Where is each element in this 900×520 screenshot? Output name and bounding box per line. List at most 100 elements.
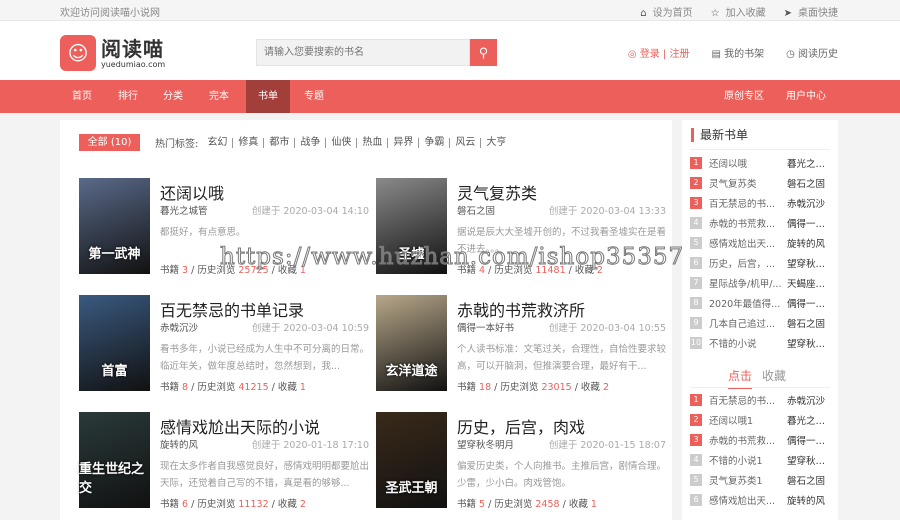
rank-author[interactable]: 磐石之固: [787, 316, 833, 330]
bookshelf-link[interactable]: ▤ 我的书架: [711, 45, 764, 60]
book-cover-image[interactable]: 圣武王朝: [376, 412, 447, 508]
rank-book-name[interactable]: 灵气复苏类1: [709, 473, 787, 487]
tag-link[interactable]: 大亨: [481, 137, 511, 148]
tab-1[interactable]: 收藏: [762, 367, 786, 389]
login-register-link[interactable]: ◎ 登录 | 注册: [628, 45, 690, 60]
nav-item-4[interactable]: 书单: [246, 80, 290, 113]
rank-item[interactable]: 2 灵气复苏类 磐石之固: [690, 173, 835, 193]
rank-author[interactable]: 暮光之城管: [787, 156, 833, 170]
rank-author[interactable]: 偶得一本...: [787, 433, 833, 447]
nav-right-1[interactable]: 用户中心: [782, 80, 830, 113]
toplink-0[interactable]: ⌂ 设为首页: [640, 4, 692, 19]
booklist-title[interactable]: 还阔以哦: [160, 180, 224, 204]
booklist-title[interactable]: 百无禁忌的书单记录: [160, 297, 304, 321]
rank-item[interactable]: 8 2020年最值得... 偶得一本...: [690, 293, 835, 313]
rank-author[interactable]: 望穿秋冬...: [787, 453, 833, 467]
rank-book-name[interactable]: 几本自己追过...: [709, 316, 787, 330]
tag-link[interactable]: 异界: [388, 137, 420, 148]
rank-item[interactable]: 4 不错的小说1 望穿秋冬...: [690, 450, 835, 470]
rank-book-name[interactable]: 百无禁忌的书...: [709, 196, 787, 210]
rank-book-name[interactable]: 感情戏尬出天...: [709, 236, 787, 250]
rank-book-name[interactable]: 2020年最值得...: [709, 296, 787, 310]
rank-item[interactable]: 5 灵气复苏类1 磐石之固: [690, 470, 835, 490]
rank-book-name[interactable]: 历史，后宫，...: [709, 256, 787, 270]
booklist-card[interactable]: 圣墟 灵气复苏类 磐石之固 创建于 2020-03-04 13:33 据说是辰大大圣墟开…: [376, 178, 666, 278]
rank-book-name[interactable]: 还阔以哦1: [709, 413, 787, 427]
book-cover-image[interactable]: 圣墟: [376, 178, 447, 274]
booklist-card[interactable]: 圣武王朝 历史，后宫，肉戏 望穿秋冬明月 创建于 2020-01-15 18:07 偏爱…: [376, 412, 666, 512]
rank-item[interactable]: 6 感情戏尬出天... 旋转的风: [690, 490, 835, 510]
rank-book-name[interactable]: 还阔以哦: [709, 156, 787, 170]
rank-author[interactable]: 暮光之城管: [787, 413, 833, 427]
book-cover-image[interactable]: 第一武神: [79, 178, 150, 274]
rank-book-name[interactable]: 灵气复苏类: [709, 176, 787, 190]
rank-book-name[interactable]: 感情戏尬出天...: [709, 493, 787, 507]
booklist-title[interactable]: 赤戟的书荒救济所: [457, 297, 585, 321]
nav-item-3[interactable]: 完本: [197, 80, 241, 113]
rank-author[interactable]: 赤戟沉沙: [787, 196, 833, 210]
booklist-card[interactable]: 第一武神 还阔以哦 暮光之城管 创建于 2020-03-04 14:10 都挺好，有点意…: [79, 178, 369, 278]
rank-item[interactable]: 10 不错的小说 望穿秋冬...: [690, 333, 835, 353]
booklist-author[interactable]: 旋转的风: [160, 437, 198, 451]
booklist-card[interactable]: 重生世纪之交 感情戏尬出天际的小说 旋转的风 创建于 2020-01-18 17:10…: [79, 412, 369, 512]
nav-item-5[interactable]: 专题: [292, 80, 336, 113]
tag-link[interactable]: 热血: [357, 137, 389, 148]
rank-item[interactable]: 5 感情戏尬出天... 旋转的风: [690, 233, 835, 253]
booklist-author[interactable]: 磐石之固: [457, 203, 495, 217]
rank-item[interactable]: 7 星际战争/机甲/... 天蝎座的牛: [690, 273, 835, 293]
tag-link[interactable]: 玄幻: [202, 137, 234, 148]
booklist-card[interactable]: 首富 百无禁忌的书单记录 赤戟沉沙 创建于 2020-03-04 10:59 看书多年，…: [79, 295, 369, 395]
rank-author[interactable]: 磐石之固: [787, 473, 833, 487]
book-cover-image[interactable]: 首富: [79, 295, 150, 391]
search-input[interactable]: [256, 39, 470, 66]
tag-link[interactable]: 仙侠: [326, 137, 358, 148]
rank-book-name[interactable]: 百无禁忌的书...: [709, 393, 787, 407]
nav-item-0[interactable]: 首页: [60, 80, 104, 113]
tab-0[interactable]: 点击: [728, 367, 753, 389]
rank-book-name[interactable]: 赤戟的书荒救...: [709, 216, 787, 230]
tag-link[interactable]: 战争: [295, 137, 327, 148]
rank-item[interactable]: 3 百无禁忌的书... 赤戟沉沙: [690, 193, 835, 213]
nav-item-1[interactable]: 排行: [106, 80, 150, 113]
booklist-author[interactable]: 赤戟沉沙: [160, 320, 198, 334]
rank-item[interactable]: 1 还阔以哦 暮光之城管: [690, 153, 835, 173]
booklist-author[interactable]: 望穿秋冬明月: [457, 437, 514, 451]
rank-author[interactable]: 旋转的风: [787, 236, 833, 250]
booklist-author[interactable]: 暮光之城管: [160, 203, 208, 217]
toplink-1[interactable]: ☆ 加入收藏: [711, 4, 766, 19]
book-cover-image[interactable]: 玄洋道途: [376, 295, 447, 391]
rank-author[interactable]: 天蝎座的牛: [787, 276, 833, 290]
tag-link[interactable]: 风云: [450, 137, 482, 148]
booklist-title[interactable]: 历史，后宫，肉戏: [457, 414, 585, 438]
search-button[interactable]: ⚲: [470, 39, 497, 66]
rank-author[interactable]: 旋转的风: [787, 493, 833, 507]
rank-author[interactable]: 望穿秋冬...: [787, 256, 833, 270]
filter-all-button[interactable]: 全部 (10): [79, 134, 140, 151]
booklist-title[interactable]: 感情戏尬出天际的小说: [160, 414, 320, 438]
rank-book-name[interactable]: 星际战争/机甲/...: [709, 276, 787, 290]
tag-link[interactable]: 修真: [233, 137, 265, 148]
rank-item[interactable]: 2 还阔以哦1 暮光之城管: [690, 410, 835, 430]
rank-author[interactable]: 偶得一本...: [787, 216, 833, 230]
rank-item[interactable]: 6 历史，后宫，... 望穿秋冬...: [690, 253, 835, 273]
toplink-2[interactable]: ➤ 桌面快捷: [784, 4, 838, 19]
book-cover-image[interactable]: 重生世纪之交: [79, 412, 150, 508]
rank-book-name[interactable]: 不错的小说1: [709, 453, 787, 467]
booklist-author[interactable]: 偶得一本好书: [457, 320, 514, 334]
rank-author[interactable]: 赤戟沉沙: [787, 393, 833, 407]
rank-author[interactable]: 磐石之固: [787, 176, 833, 190]
rank-item[interactable]: 9 几本自己追过... 磐石之固: [690, 313, 835, 333]
tag-link[interactable]: 争霸: [419, 137, 451, 148]
tag-link[interactable]: 都市: [264, 137, 296, 148]
rank-book-name[interactable]: 不错的小说: [709, 336, 787, 350]
rank-author[interactable]: 偶得一本...: [787, 296, 833, 310]
rank-author[interactable]: 望穿秋冬...: [787, 336, 833, 350]
nav-right-0[interactable]: 原创专区: [722, 80, 766, 113]
logo[interactable]: ☺ 阅读喵 yuedumiao.com: [60, 35, 165, 71]
nav-item-2[interactable]: 分类: [151, 80, 195, 113]
booklist-title[interactable]: 灵气复苏类: [457, 180, 537, 204]
rank-item[interactable]: 1 百无禁忌的书... 赤戟沉沙: [690, 390, 835, 410]
rank-item[interactable]: 4 赤戟的书荒救... 偶得一本...: [690, 213, 835, 233]
booklist-card[interactable]: 玄洋道途 赤戟的书荒救济所 偶得一本好书 创建于 2020-03-04 10:55 个人…: [376, 295, 666, 395]
rank-book-name[interactable]: 赤戟的书荒救...: [709, 433, 787, 447]
